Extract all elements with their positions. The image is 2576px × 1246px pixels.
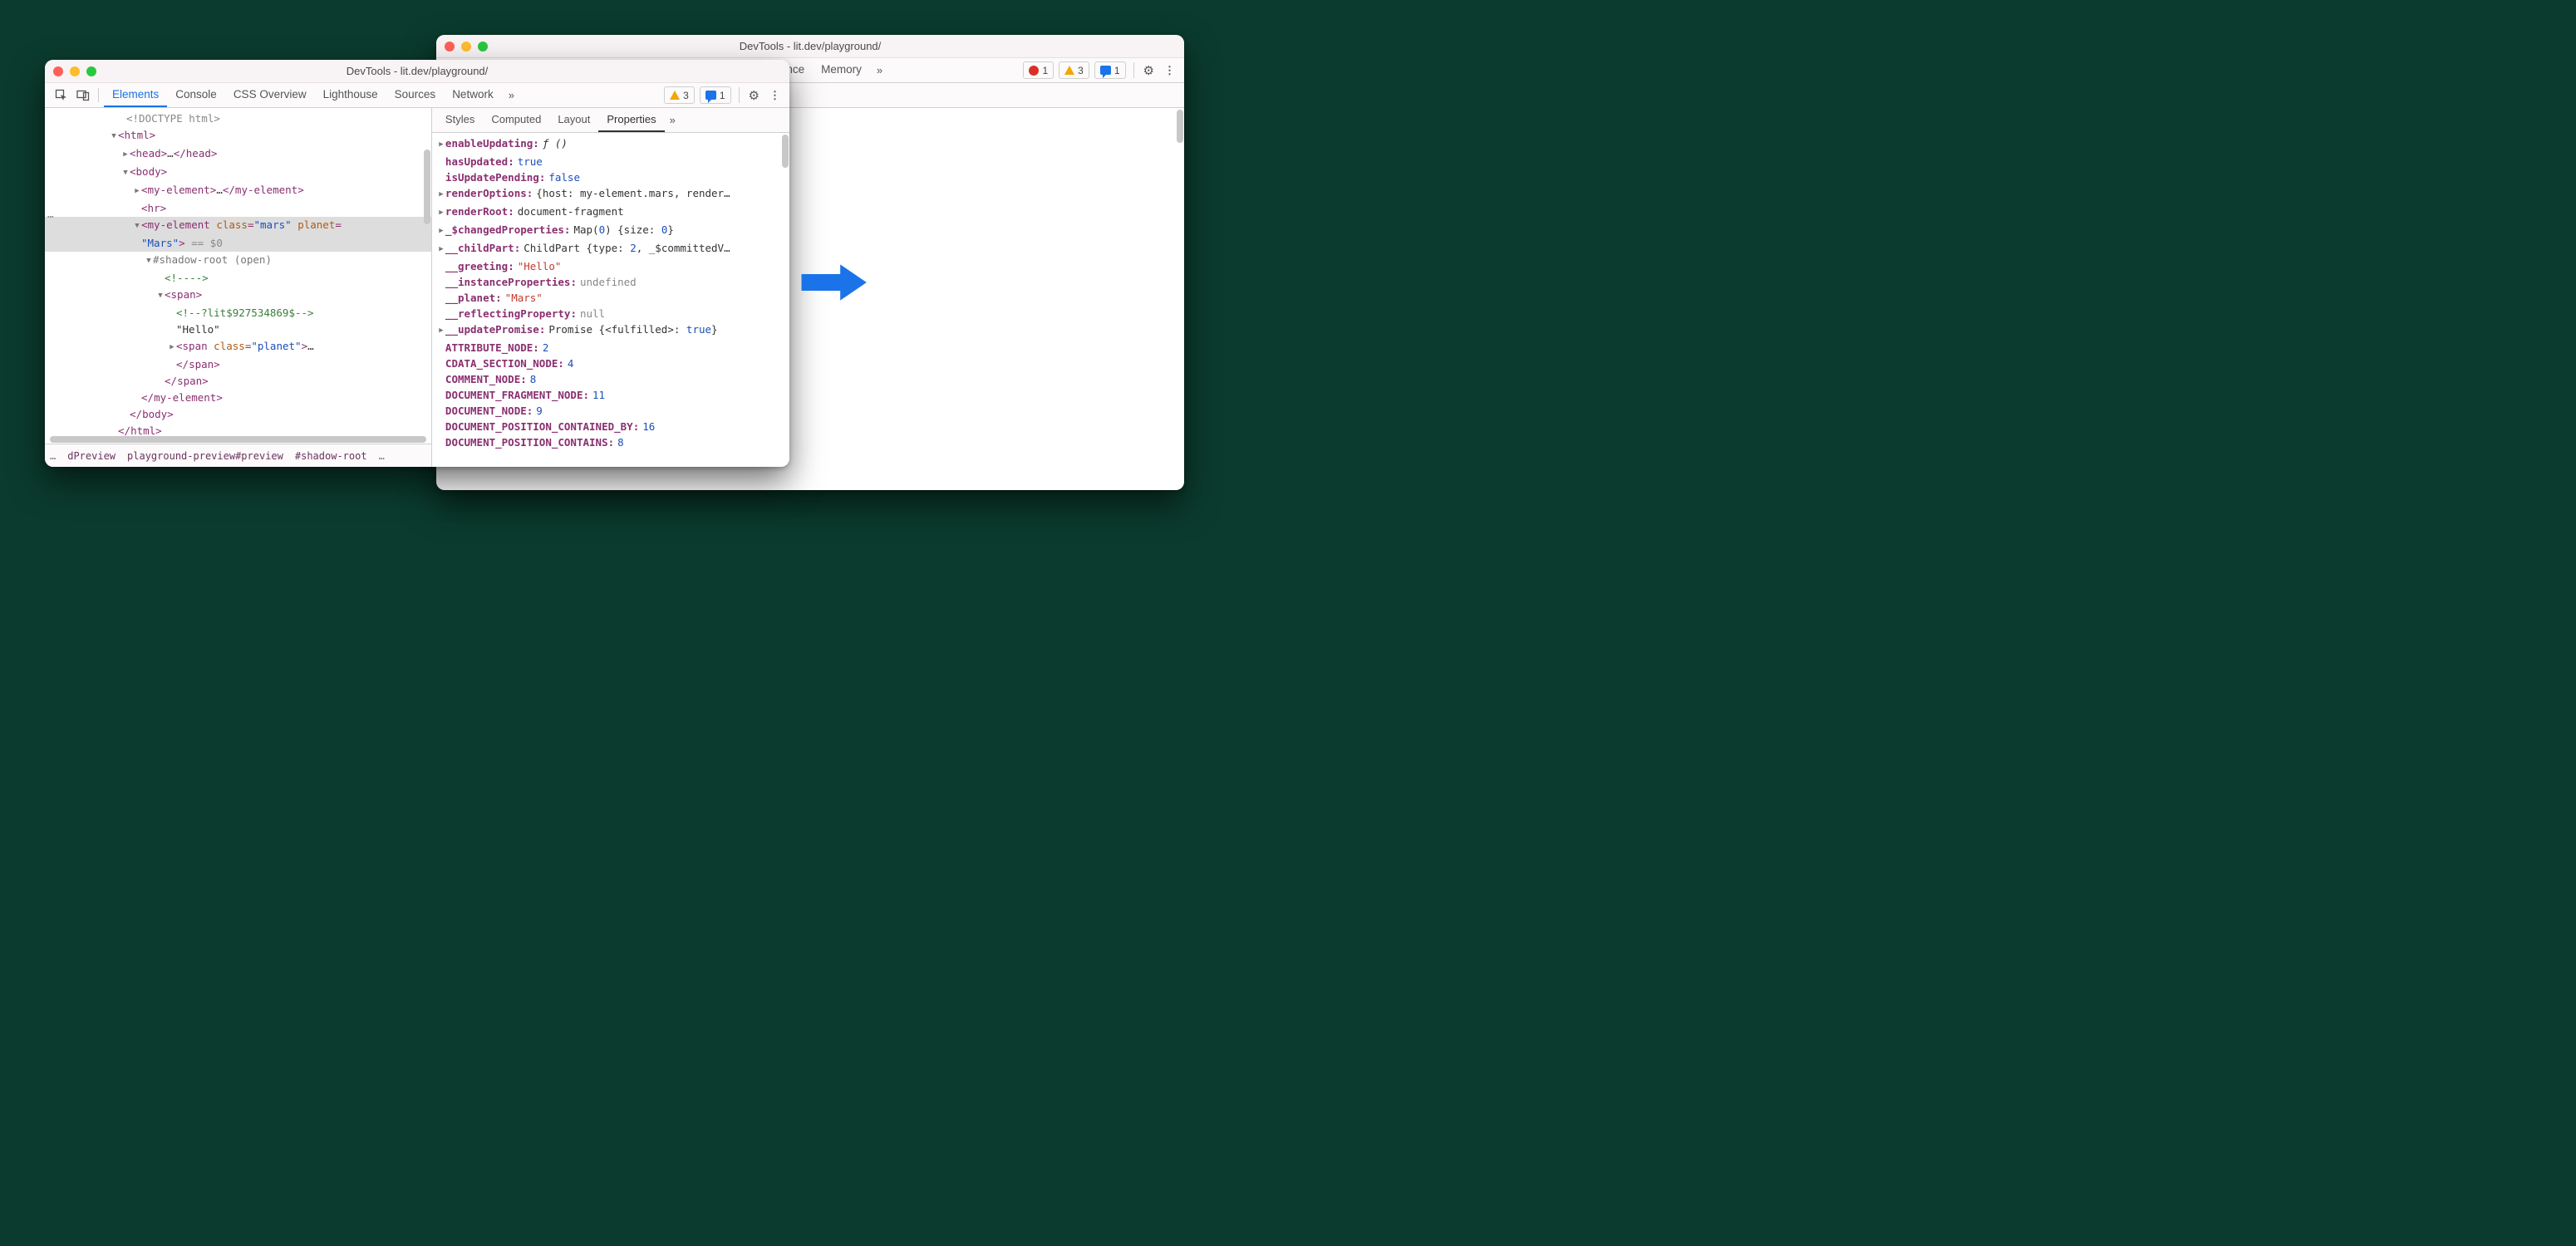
dom-node[interactable]: "Hello" [60, 321, 431, 338]
property-row[interactable]: ▶__updatePromise:Promise {<fulfilled>: t… [437, 321, 784, 340]
dom-node[interactable]: ▼<body> [60, 164, 431, 182]
titlebar: DevTools - lit.dev/playground/ [436, 35, 1184, 58]
property-row[interactable]: hasUpdated:true [437, 154, 784, 169]
subtab-computed[interactable]: Computed [483, 108, 549, 132]
dom-node[interactable]: </span> [60, 373, 431, 390]
property-row[interactable]: ▶renderRoot:document-fragment [437, 204, 784, 222]
tab-elements[interactable]: Elements [104, 83, 167, 107]
property-row[interactable]: __greeting:"Hello" [437, 258, 784, 274]
menu-icon[interactable]: ⋮ [1159, 58, 1179, 82]
tabs-overflow-icon[interactable]: » [504, 83, 519, 107]
dom-node[interactable]: ▼<html> [60, 127, 431, 145]
tab-sources[interactable]: Sources [386, 83, 445, 107]
property-row[interactable]: DOCUMENT_FRAGMENT_NODE:11 [437, 387, 784, 403]
titlebar: DevTools - lit.dev/playground/ [45, 60, 789, 83]
tab-css-overview[interactable]: CSS Overview [225, 83, 315, 107]
dom-node[interactable]: ▶<span class="planet">… [60, 338, 431, 356]
elements-tree[interactable]: ⋯ <!DOCTYPE html> ▼<html> ▶<head>…</head… [45, 108, 431, 444]
gutter-dots-icon: ⋯ [47, 211, 54, 223]
minimize-button[interactable] [461, 42, 471, 52]
dom-node[interactable]: <!--?lit$927534869$--> [60, 305, 431, 321]
zoom-button[interactable] [86, 66, 96, 76]
property-row[interactable]: ▶renderOptions:{host: my-element.mars, r… [437, 185, 784, 204]
dom-node[interactable]: ▼#shadow-root (open) [60, 252, 431, 270]
sidebar-subtabs: StylesComputedLayoutProperties» [432, 108, 789, 133]
dom-node[interactable]: ▶<my-element>…</my-element> [60, 182, 431, 200]
close-button[interactable] [53, 66, 63, 76]
zoom-button[interactable] [478, 42, 488, 52]
arrow-icon [799, 262, 870, 303]
warning-badge[interactable]: 3 [664, 86, 695, 104]
breadcrumb[interactable]: … dPreview playground-preview#preview #shad… [45, 444, 431, 467]
breadcrumb-item[interactable]: playground-preview#preview [127, 450, 283, 462]
tabs-overflow-icon[interactable]: » [872, 58, 887, 82]
issues-badge[interactable]: 1 [700, 86, 731, 104]
property-row[interactable]: ▶__childPart:ChildPart {type: 2, _$commi… [437, 240, 784, 258]
close-button[interactable] [445, 42, 455, 52]
property-row[interactable]: ▶enableUpdating:ƒ () [437, 135, 784, 154]
property-row[interactable]: DOCUMENT_NODE:9 [437, 403, 784, 419]
property-row[interactable]: ▶_$changedProperties:Map(0) {size: 0} [437, 222, 784, 240]
devtools-toolbar: ElementsConsoleCSS OverviewLighthouseSou… [45, 83, 789, 108]
property-row[interactable]: __reflectingProperty:null [437, 306, 784, 321]
property-row[interactable]: __planet:"Mars" [437, 290, 784, 306]
minimize-button[interactable] [70, 66, 80, 76]
property-row[interactable]: DOCUMENT_POSITION_CONTAINED_BY:16 [437, 419, 784, 434]
properties-panel[interactable]: ▶enableUpdating:ƒ ()hasUpdated:trueisUpd… [432, 133, 789, 467]
inspect-icon[interactable] [52, 83, 71, 107]
property-row[interactable]: ATTRIBUTE_NODE:2 [437, 340, 784, 356]
dom-node[interactable]: <!----> [60, 270, 431, 287]
subtab-styles[interactable]: Styles [437, 108, 483, 132]
dom-node[interactable]: ▶<head>…</head> [60, 145, 431, 164]
settings-icon[interactable]: ⚙ [1140, 58, 1158, 82]
warning-badge[interactable]: 3 [1059, 61, 1089, 79]
property-row[interactable]: COMMENT_NODE:8 [437, 371, 784, 387]
window-title: DevTools - lit.dev/playground/ [436, 40, 1184, 52]
property-row[interactable]: __instanceProperties:undefined [437, 274, 784, 290]
subtab-properties[interactable]: Properties [598, 108, 664, 132]
property-row[interactable]: isUpdatePending:false [437, 169, 784, 185]
menu-icon[interactable]: ⋮ [764, 83, 784, 107]
breadcrumb-item[interactable]: #shadow-root [295, 450, 367, 462]
device-icon[interactable] [73, 83, 93, 107]
breadcrumb-item[interactable]: … [50, 450, 56, 462]
dom-node[interactable]: <!DOCTYPE html> [60, 110, 431, 127]
breadcrumb-item[interactable]: dPreview [67, 450, 116, 462]
tab-memory[interactable]: Memory [813, 58, 870, 82]
issues-badge[interactable]: 1 [1094, 61, 1126, 79]
subtab-layout[interactable]: Layout [549, 108, 598, 132]
subtabs-overflow-icon[interactable]: » [665, 108, 681, 132]
dom-node[interactable]: ▼<span> [60, 287, 431, 305]
dom-node-selected[interactable]: "Mars"> == $0 [45, 235, 431, 252]
property-row[interactable]: DOCUMENT_POSITION_CONTAINS:8 [437, 434, 784, 450]
dom-node[interactable]: </body> [60, 406, 431, 423]
error-badge[interactable]: 1 [1023, 61, 1054, 79]
breadcrumb-item[interactable]: … [379, 450, 385, 462]
dom-node[interactable]: </my-element> [60, 390, 431, 406]
tab-console[interactable]: Console [167, 83, 225, 107]
tab-lighthouse[interactable]: Lighthouse [315, 83, 386, 107]
dom-node[interactable]: <hr> [60, 200, 431, 217]
dom-node[interactable]: </span> [60, 356, 431, 373]
window-title: DevTools - lit.dev/playground/ [45, 65, 789, 77]
dom-node-selected[interactable]: ▼<my-element class="mars" planet= [45, 217, 431, 235]
tab-network[interactable]: Network [444, 83, 502, 107]
property-row[interactable]: CDATA_SECTION_NODE:4 [437, 356, 784, 371]
settings-icon[interactable]: ⚙ [745, 83, 763, 107]
